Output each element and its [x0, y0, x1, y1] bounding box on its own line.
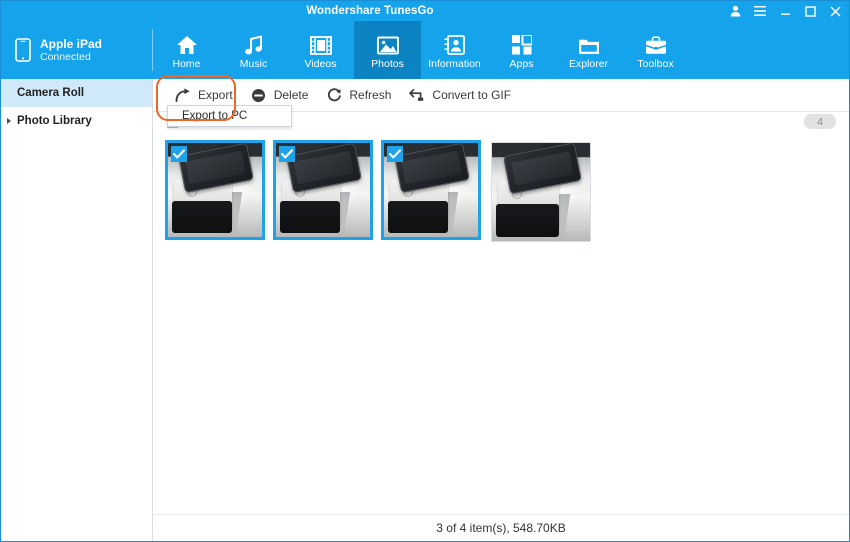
contacts-icon [444, 31, 465, 55]
nav-item-toolbox[interactable]: Toolbox [622, 21, 689, 79]
nav-item-photos[interactable]: Photos [354, 21, 421, 79]
nav-label-toolbox: Toolbox [637, 57, 674, 70]
briefcase-icon [645, 31, 667, 55]
refresh-label: Refresh [349, 88, 392, 102]
nav-item-music[interactable]: Music [220, 21, 287, 79]
chevron-right-icon[interactable] [7, 118, 11, 124]
nav-item-explorer[interactable]: Explorer [555, 21, 622, 79]
film-icon [309, 31, 332, 55]
connected-device[interactable]: Apple iPad Connected [1, 21, 153, 79]
sidebar-item-camera-roll[interactable]: Camera Roll [1, 79, 152, 107]
status-text: 3 of 4 item(s), 548.70KB [436, 521, 566, 535]
checkbox-checked-icon-2[interactable] [279, 146, 295, 162]
window-controls [729, 1, 841, 21]
picture-icon [376, 31, 399, 55]
photo-thumbnail-4[interactable] [491, 142, 591, 242]
home-icon [176, 31, 198, 55]
status-bar-right: 3 of 4 item(s), 548.70KB [153, 514, 849, 541]
minimize-button[interactable] [779, 4, 791, 18]
delete-icon [251, 87, 267, 103]
export-to-pc-menu-item[interactable]: Export to PC [182, 110, 247, 122]
checkbox-checked-icon-1[interactable] [171, 146, 187, 162]
photo-thumbnail-2[interactable] [273, 140, 373, 240]
convert-to-gif-label: Convert to GIF [432, 88, 512, 102]
device-name: Apple iPad [40, 36, 103, 51]
content-toolbar: Export Delete Refresh Convert to GIF Exp… [153, 75, 849, 127]
menu-icon[interactable] [754, 4, 766, 18]
nav-item-home[interactable]: Home [153, 21, 220, 79]
nav-label-explorer: Explorer [568, 57, 609, 70]
photo-thumbnail-1[interactable] [165, 140, 265, 240]
music-note-icon [244, 31, 264, 55]
folder-icon [578, 31, 600, 55]
close-button[interactable] [829, 4, 841, 18]
main-navigation: Home Music Videos Photos Information App… [153, 21, 849, 79]
convert-to-gif-button[interactable]: Convert to GIF [405, 82, 525, 108]
nav-item-information[interactable]: Information [421, 21, 488, 79]
status-bar-left-spacer [1, 514, 153, 541]
export-arrow-icon [175, 87, 191, 103]
nav-item-apps[interactable]: Apps [488, 21, 555, 79]
main-body: Camera Roll Photo Library Export Delete … [1, 75, 849, 514]
maximize-button[interactable] [804, 4, 816, 18]
photo-image-4 [492, 143, 590, 241]
checkbox-checked-icon-3[interactable] [387, 146, 403, 162]
title-bar: Wondershare TunesGo [1, 1, 849, 21]
export-dropdown-menu[interactable]: Export to PC [167, 105, 292, 127]
item-count-badge: 4 [804, 114, 836, 129]
convert-arrows-icon [409, 87, 425, 103]
account-icon[interactable] [729, 4, 741, 18]
app-header: Apple iPad Connected Home Music Videos P… [1, 21, 849, 79]
nav-label-information: Information [428, 57, 481, 70]
nav-label-photos: Photos [371, 57, 404, 70]
application-window: Wondershare TunesGo Apple iPad Connected… [0, 0, 850, 542]
photo-grid [153, 132, 849, 514]
nav-label-videos: Videos [304, 57, 337, 70]
nav-label-home: Home [172, 57, 201, 70]
sidebar: Camera Roll Photo Library [1, 79, 153, 514]
sidebar-label-photo-library: Photo Library [17, 115, 92, 127]
export-label: Export [198, 88, 233, 102]
window-title: Wondershare TunesGo [306, 5, 434, 17]
grid-icon [511, 31, 532, 55]
photo-thumbnail-3[interactable] [381, 140, 481, 240]
phone-icon [15, 38, 31, 62]
device-status: Connected [40, 50, 91, 63]
refresh-icon [326, 87, 342, 103]
refresh-button[interactable]: Refresh [322, 82, 405, 108]
nav-item-videos[interactable]: Videos [287, 21, 354, 79]
sidebar-item-photo-library[interactable]: Photo Library [1, 107, 152, 135]
nav-label-music: Music [239, 57, 268, 70]
nav-label-apps: Apps [509, 57, 534, 70]
sidebar-label-camera-roll: Camera Roll [17, 87, 85, 99]
delete-label: Delete [273, 88, 309, 102]
status-bar: 3 of 4 item(s), 548.70KB [1, 514, 849, 541]
content-panel: Export Delete Refresh Convert to GIF Exp… [153, 75, 849, 514]
